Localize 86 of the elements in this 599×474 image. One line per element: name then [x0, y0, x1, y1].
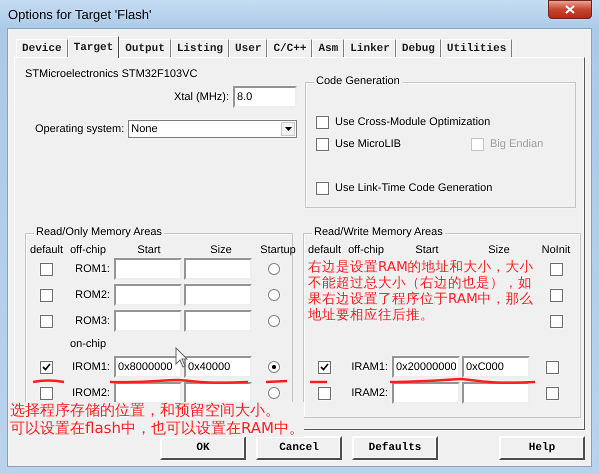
checkbox[interactable] [40, 314, 52, 328]
dialog-button[interactable]: Defaults [352, 436, 438, 460]
checkbox[interactable] [550, 288, 562, 302]
option-label: Big Endian [490, 138, 544, 150]
tab[interactable]: Device [16, 39, 68, 57]
area-label: IROM2: [72, 387, 110, 399]
close-icon [565, 5, 575, 14]
checkbox[interactable] [316, 182, 329, 194]
start-field[interactable] [114, 284, 182, 306]
checkbox[interactable] [546, 386, 558, 400]
checkbox[interactable] [318, 360, 330, 374]
column-header: Size [487, 244, 511, 256]
area-label: IRAM2: [351, 387, 388, 399]
area-label: ROM2: [75, 289, 110, 301]
dialog-button[interactable]: OK [160, 436, 246, 460]
size-field[interactable]: 0xC000 [462, 356, 530, 378]
checkbox[interactable] [550, 314, 562, 328]
checkbox[interactable] [546, 360, 558, 374]
hand-drawn-underline [310, 380, 327, 384]
option-label: Use Link-Time Code Generation [335, 182, 492, 194]
size-field[interactable]: 0x40000 [184, 356, 252, 378]
tab[interactable]: Output [119, 39, 171, 57]
area-label: IROM1: [72, 361, 110, 373]
size-field[interactable] [184, 310, 252, 332]
column-header: Start [414, 244, 440, 256]
tab[interactable]: Debug [396, 39, 441, 57]
column-header: off-chip [347, 244, 385, 256]
column-header: Size [209, 244, 233, 256]
area-label: IRAM1: [351, 361, 388, 373]
tab[interactable]: C/C++ [267, 39, 312, 57]
radio-button[interactable] [268, 263, 280, 275]
annotation-note: 选择程序存储的位置，和预留空间大小。 可以设置在flash中，也可以设置在RAM中。 [10, 402, 304, 438]
radio-button[interactable] [268, 315, 280, 327]
section-label: on-chip [70, 338, 106, 350]
hand-drawn-underline [32, 379, 64, 384]
os-label: Operating system: [35, 123, 124, 135]
annotation-note: 右边是设置RAM的地址和大小，大小 不能超过总大小（右边的也是），如 果右边设置了程序位于RAM中，那么 地址要相应往后推。 [308, 260, 534, 325]
dropdown-arrow-icon [284, 127, 292, 131]
size-field[interactable] [184, 284, 252, 306]
checkbox[interactable] [40, 288, 52, 302]
tab[interactable]: Utilities [440, 39, 512, 57]
xtal-label: Xtal (MHz): [174, 91, 229, 103]
cursor-icon [176, 346, 188, 368]
area-label: ROM1: [75, 263, 110, 275]
checkbox[interactable] [40, 360, 52, 374]
tab[interactable]: Listing [170, 39, 230, 57]
dialog-button[interactable]: Cancel [256, 436, 342, 460]
start-field[interactable]: 0x20000000 [392, 356, 460, 378]
column-header: NoInit [540, 244, 572, 256]
start-field[interactable] [392, 382, 460, 404]
checkbox[interactable] [40, 386, 52, 400]
checkbox[interactable] [316, 116, 329, 128]
column-header: Startup [259, 244, 297, 256]
column-header: off-chip [69, 244, 107, 256]
start-field[interactable] [114, 310, 182, 332]
column-header: default [30, 244, 62, 256]
size-field[interactable] [184, 258, 252, 280]
tab[interactable]: Linker [344, 39, 396, 57]
size-field[interactable] [462, 382, 530, 404]
group-title: Code Generation [314, 75, 402, 87]
start-field[interactable]: 0x8000000 [114, 356, 182, 378]
option-label: Use MicroLIB [335, 138, 402, 150]
group-title: Read/Only Memory Areas [34, 226, 164, 238]
radio-button[interactable] [268, 289, 280, 301]
device-name: STMicroelectronics STM32F103VC [25, 68, 198, 80]
tab[interactable]: User [229, 39, 268, 57]
dialog-button[interactable]: Help [499, 436, 585, 460]
window-title: Options for Target 'Flash' [8, 6, 152, 22]
xtal-field[interactable]: 8.0 [233, 86, 297, 108]
checkbox[interactable] [40, 262, 52, 276]
tab[interactable]: Asm [312, 39, 344, 57]
area-label: ROM3: [75, 315, 110, 327]
start-field[interactable] [114, 258, 182, 280]
option-label: Use Cross-Module Optimization [335, 116, 490, 128]
close-button[interactable] [548, 0, 592, 19]
column-header: Start [136, 244, 162, 256]
column-header: default [308, 244, 340, 256]
os-dropdown[interactable]: None [128, 120, 297, 138]
checkbox[interactable] [316, 138, 329, 150]
radio-button[interactable] [268, 387, 280, 399]
tab[interactable]: Target [68, 36, 120, 58]
radio-button[interactable] [268, 361, 280, 373]
hand-drawn-underline [266, 380, 288, 384]
checkbox[interactable] [318, 386, 330, 400]
checkbox[interactable] [550, 262, 562, 276]
group-title: Read/Write Memory Areas [312, 226, 445, 238]
